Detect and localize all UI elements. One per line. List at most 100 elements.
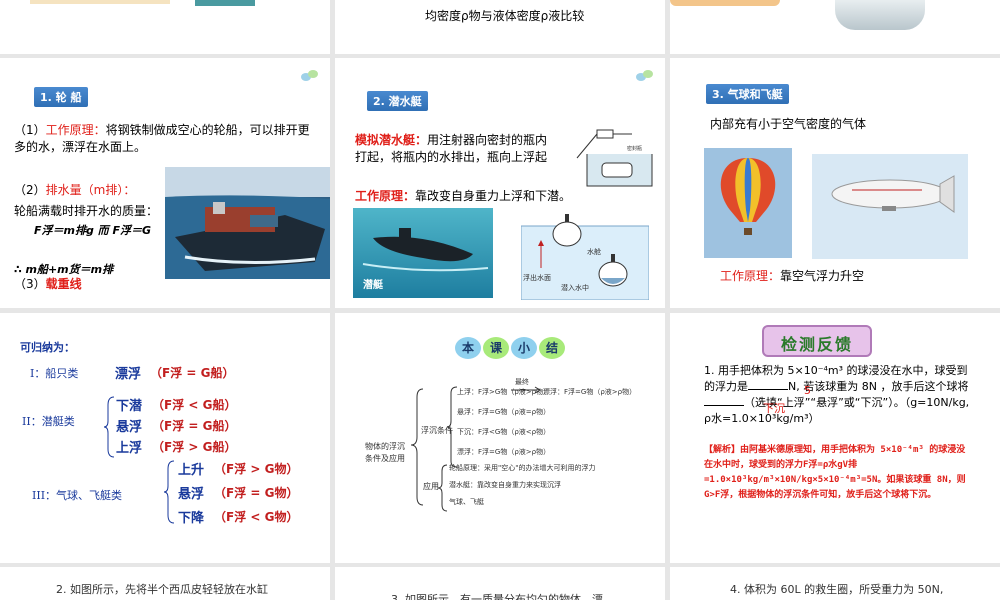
- badge-char: 课: [483, 337, 509, 359]
- q-text: N, 若该球重为 8N ，放手后这个球将: [788, 380, 969, 393]
- section-tab: 1. 轮 船: [34, 87, 88, 107]
- cond-1: 悬浮：F浮=G物（ρ液=ρ物）: [457, 408, 551, 416]
- analysis: 【解析】由阿基米德原理知，用手把体积为 5×10⁻⁴m³ 的球浸没在水中时，球受…: [704, 443, 966, 503]
- q-text: （选填“上浮”“悬浮”或“下沉”）。（g=10N/kg, ρ水=1.0×10³k…: [704, 396, 970, 425]
- ship-displacement: （2）排水量（m排）：: [14, 182, 135, 199]
- test-title-frame: 检测反馈: [762, 325, 872, 357]
- arrow-icon: [511, 386, 541, 394]
- badge-char: 小: [511, 337, 537, 359]
- question-2: 2. 如图所示，先将半个西瓜皮轻轻放在水缸: [56, 583, 268, 596]
- prefix: （1）: [14, 123, 46, 137]
- cat3-formula-0: （F浮 > G物）: [214, 462, 299, 476]
- question-3: 3. 如图所示，有一质量分布均匀的物体，漂: [391, 593, 603, 600]
- slide-balloon: 3. 气球和飞艇 内部充有小于空气密度的气体 工作原理：靠空气浮力升空: [670, 58, 1000, 308]
- cat3-formula-1: （F浮 = G物）: [214, 486, 299, 500]
- cat3-item-2: 下降: [178, 511, 205, 526]
- image-fragment: [195, 0, 255, 6]
- cat2-item-0: 下潜: [116, 399, 143, 414]
- formula-2: ∴ m船+m货＝m排: [14, 263, 114, 276]
- cat2-item-1: 悬浮: [116, 420, 143, 435]
- float-label: 浮出水面: [523, 273, 551, 282]
- airship-photo: [812, 154, 968, 259]
- bottom-right-slide: 4. 体积为 60L 的救生圈，所受重力为 50N,: [670, 567, 1000, 600]
- syringe-label: 密封瓶: [627, 145, 642, 152]
- top-left-slide: [0, 0, 330, 54]
- photo-caption: 潜艇: [363, 278, 384, 291]
- prefix: （2）: [14, 183, 46, 197]
- cat3-item-1: 悬浮: [178, 487, 205, 502]
- badge-char: 结: [539, 337, 565, 359]
- test-title: 检测反馈: [780, 335, 853, 354]
- cat2-item-2: 上浮: [116, 441, 143, 456]
- blank-1: [748, 389, 788, 390]
- logo-icon: [301, 70, 318, 81]
- question-4: 4. 体积为 60L 的救生圈，所受重力为 50N,: [730, 583, 944, 596]
- answer-2: 下沉: [763, 402, 785, 415]
- label: 载重线: [45, 277, 82, 291]
- category-2: II：潜艇类: [22, 415, 75, 428]
- decor-bar: [30, 0, 170, 4]
- sim-submarine: 模拟潜水艇：用注射器向密封的瓶内打起，将瓶内的水排出，瓶向上浮起: [355, 132, 555, 166]
- slide-summary: 可归纳为： I：船只类 漂浮 （F浮 = G船） II：潜艇类 下潜 （F浮 <…: [0, 313, 330, 563]
- section-tab: 2. 潜水艇: [367, 91, 428, 111]
- label: 模拟潜水艇：: [355, 133, 428, 147]
- cargo-ship-photo: [165, 167, 330, 279]
- formula-1: F浮＝m排g 而 F浮＝G: [34, 224, 152, 237]
- ship-displacement-text: 轮船满载时排开水的质量：: [14, 204, 159, 218]
- cond-2: 下沉：F浮<G物（ρ液<ρ物）: [457, 428, 551, 436]
- answer-1: 5: [804, 384, 811, 397]
- section-tab: 3. 气球和飞艇: [706, 84, 789, 104]
- top-right-slide: [670, 0, 1000, 54]
- submarine-diagram: 浮出水面 水舱 潜入水中: [521, 208, 649, 300]
- bottom-left-slide: 2. 如图所示，先将半个西瓜皮轻轻放在水缸: [0, 567, 330, 600]
- prefix: （3）: [14, 277, 46, 291]
- cat3-item-0: 上升: [178, 463, 205, 478]
- syringe-diagram: 密封瓶: [576, 129, 653, 187]
- blank-2: [704, 405, 744, 406]
- label: 排水量（m排）：: [45, 183, 136, 197]
- category-3: III：气球、飞艇类: [32, 489, 123, 502]
- analysis-label: 【解析】: [704, 445, 741, 455]
- ship-principle: （1）工作原理：将钢铁制做成空心的轮船，可以排开更多的水，漂浮在水面上。: [14, 122, 314, 156]
- label: 工作原理：: [720, 269, 781, 283]
- text: 靠改变自身重力上浮和下潜。: [415, 189, 572, 203]
- label: 工作原理：: [45, 123, 106, 137]
- cat2-formula-1: （F浮 = G船）: [152, 419, 237, 433]
- question-1: 1. 用手把体积为 5×10⁻⁴m³ 的球浸没在水中，球受到的浮力是 N, 若该球…: [704, 363, 974, 427]
- slide-review: 本 课 小 结 物体的浮沉条件及应用 浮沉条件 应用 上浮：F浮>G物（ρ液>ρ…: [335, 313, 665, 563]
- slide-ship: 1. 轮 船 （1）工作原理：将钢铁制做成空心的轮船，可以排开更多的水，漂浮在水…: [0, 58, 330, 308]
- cat2-formula-0: （F浮 < G船）: [152, 398, 237, 412]
- slide-test: 检测反馈 1. 用手把体积为 5×10⁻⁴m³ 的球浸没在水中，球受到的浮力是 N…: [670, 313, 1000, 563]
- balloon-text: 内部充有小于空气密度的气体: [710, 117, 867, 131]
- submarine-photo: 潜艇: [353, 208, 493, 298]
- image-fragment: [835, 0, 925, 30]
- cat1-formula: （F浮 = G船）: [150, 366, 235, 380]
- density-compare-text: 均密度ρ物与液体密度ρ液比较: [425, 9, 585, 23]
- brace-icon: [164, 460, 175, 524]
- cond-3: 漂浮：F浮=G物（ρ液>ρ物）: [457, 448, 551, 456]
- hot-air-balloon-photo: [704, 148, 792, 258]
- dive-label: 潜入水中: [561, 283, 589, 292]
- app-2: 气球、飞艇: [449, 498, 484, 506]
- sub-principle: 工作原理：靠改变自身重力上浮和下潜。: [355, 188, 571, 205]
- cat2-formula-2: （F浮 > G船）: [152, 440, 237, 454]
- cat3-formula-2: （F浮 < G物）: [214, 510, 299, 524]
- analysis-text: 由阿基米德原理知，用手把体积为 5×10⁻⁴m³ 的球浸没在水中时，球受到的浮力…: [704, 445, 966, 500]
- review-badge: 本 课 小 结: [455, 337, 575, 359]
- bottom-middle-slide: 3. 如图所示，有一质量分布均匀的物体，漂: [335, 567, 665, 600]
- top-middle-slide: 均密度ρ物与液体密度ρ液比较: [335, 0, 665, 54]
- balloon-principle: 工作原理：靠空气浮力升空: [720, 268, 864, 285]
- final-state: 漂浮：F浮=G物（ρ液>ρ物）: [543, 388, 637, 396]
- summary-title: 可归纳为：: [20, 341, 75, 354]
- badge-char: 本: [455, 337, 481, 359]
- load-line: （3）载重线: [14, 276, 82, 293]
- app-0: 轮船原理：采用"空心"的办法增大可利用的浮力: [449, 464, 596, 472]
- mindmap-root: 物体的浮沉条件及应用: [365, 442, 405, 463]
- slide-submarine: 2. 潜水艇 模拟潜水艇：用注射器向密封的瓶内打起，将瓶内的水排出，瓶向上浮起 …: [335, 58, 665, 308]
- app-1: 潜水艇：靠改变自身重力来实现沉浮: [449, 481, 561, 489]
- cabin-label: 水舱: [587, 247, 601, 256]
- logo-icon: [636, 70, 653, 81]
- category-1: I：船只类: [30, 367, 79, 380]
- mindmap-brace: [437, 464, 448, 512]
- text: 靠空气浮力升空: [780, 269, 865, 283]
